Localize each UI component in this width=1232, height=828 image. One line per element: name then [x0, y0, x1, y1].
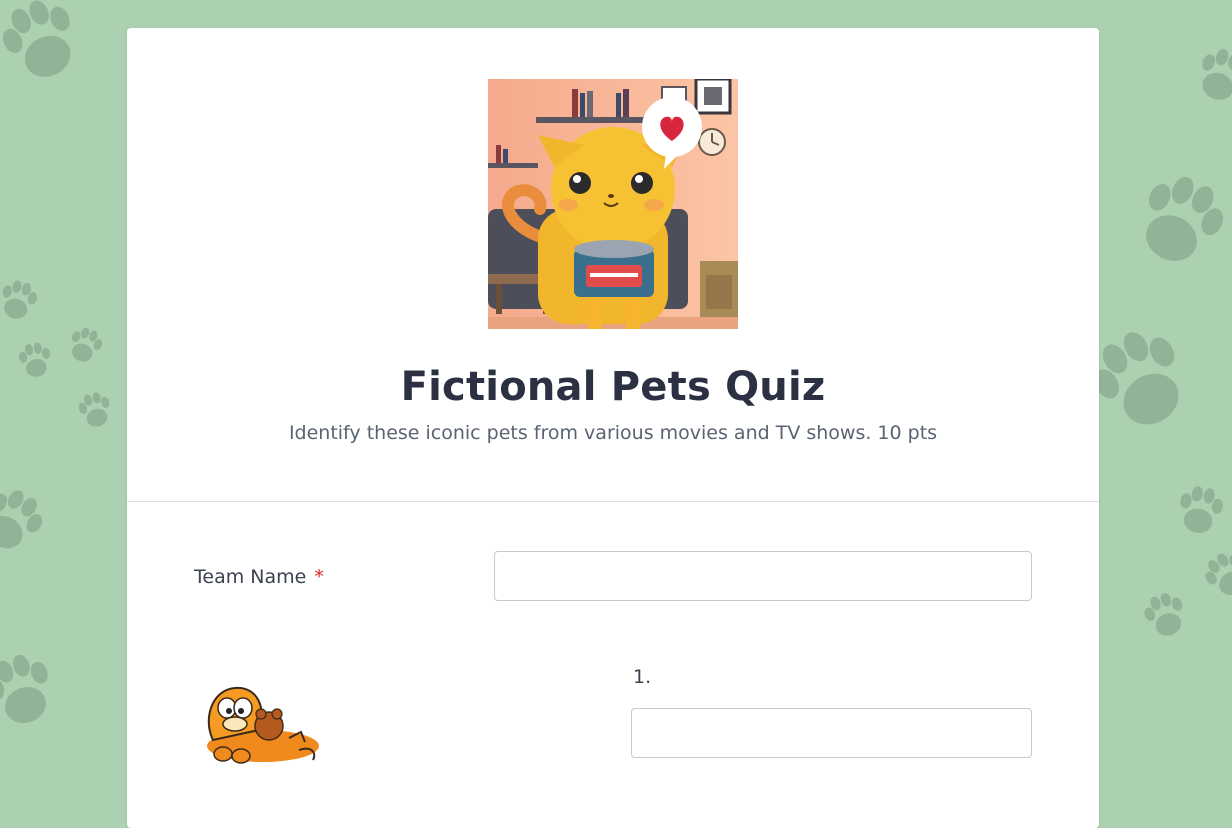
team-name-label-text: Team Name [194, 566, 307, 588]
paw-print-icon [0, 277, 41, 323]
section-divider [127, 501, 1099, 502]
paw-print-icon [0, 481, 51, 560]
form-card: Fictional Pets Quiz Identify these iconi… [127, 28, 1099, 828]
paw-print-icon [0, 647, 62, 732]
paw-print-icon [1175, 483, 1226, 537]
team-name-label: Team Name * [194, 566, 324, 588]
form-description: Identify these iconic pets from various … [288, 422, 938, 444]
paw-print-icon [1198, 546, 1232, 604]
question-1-number: 1. [633, 666, 652, 688]
paw-print-icon [1191, 43, 1232, 107]
header-image [488, 79, 738, 329]
question-1-image [207, 686, 319, 764]
paw-print-icon [1127, 165, 1232, 275]
paw-print-icon [17, 340, 54, 380]
question-1-input[interactable] [631, 708, 1032, 758]
paw-print-icon [1139, 588, 1191, 642]
paw-print-icon [75, 389, 115, 431]
form-title: Fictional Pets Quiz [400, 364, 826, 410]
paw-print-icon [64, 324, 106, 367]
required-asterisk: * [314, 566, 324, 588]
paw-print-icon [0, 0, 89, 89]
team-name-input[interactable] [494, 551, 1032, 601]
